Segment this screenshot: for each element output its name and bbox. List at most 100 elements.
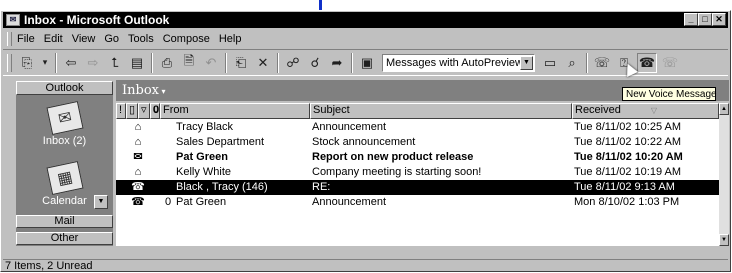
column-importance[interactable]: ! — [116, 103, 126, 119]
menu-bar: File Edit View Go Tools Compose Help — [3, 30, 728, 48]
subject-cell: Company meeting is starting soon! — [312, 166, 482, 178]
chevron-down-icon[interactable]: ▼ — [520, 55, 533, 70]
menu-grip — [7, 32, 12, 46]
undo-icon[interactable]: ↶ — [202, 54, 220, 72]
calendar-icon: ▦ — [45, 160, 84, 196]
current-view-select[interactable]: Messages with AutoPreview ▼ — [382, 53, 535, 72]
received-cell: Tue 8/11/02 10:25 AM — [574, 121, 682, 133]
reply-all-icon[interactable]: ☌ — [306, 54, 324, 72]
voice-message-icon: ☎ — [131, 181, 145, 193]
standard-toolbar: ⎘ ▾ ⇦ ⇨ ⮤ ▤ ⎙ 🗎 ↶ ⎗ ✕ ☍ ☌ ➦ ▣ Messages w… — [3, 49, 728, 76]
scroll-down-icon[interactable]: ▼ — [719, 234, 729, 246]
unread-envelope-icon: ✉ — [133, 151, 143, 163]
toolbar-separator — [586, 52, 588, 73]
column-subject[interactable]: Subject — [310, 103, 572, 119]
outlook-header-label: Outlook — [45, 82, 84, 94]
table-row[interactable]: ☎ 0 Pat Green Announcement Mon 8/10/02 1:03 … — [116, 195, 719, 210]
back-icon[interactable]: ⇦ — [62, 54, 80, 72]
menu-tools[interactable]: Tools — [128, 33, 154, 45]
folder-dropdown-icon[interactable]: ▾ — [159, 87, 166, 96]
print-preview-icon[interactable]: 🗎 — [180, 53, 198, 72]
received-cell: Tue 8/11/02 10:20 AM — [574, 151, 683, 163]
message-list-scrollbar[interactable]: ▲ ▼ — [719, 103, 729, 246]
maximize-button[interactable]: □ — [698, 13, 712, 26]
outlook-app-icon: ✉ — [6, 14, 20, 26]
toolbar-separator — [151, 52, 153, 73]
menu-compose[interactable]: Compose — [163, 33, 210, 45]
shortcut-inbox[interactable]: ✉ Inbox (2) — [16, 100, 113, 147]
voice-message-icon: ☎ — [131, 196, 145, 208]
toolbar-separator — [55, 52, 57, 73]
new-item-icon[interactable]: ⎘ — [18, 54, 36, 72]
organize-icon[interactable]: ☏ — [593, 54, 611, 72]
document-icon: ▯ — [129, 104, 136, 116]
folder-title: Inbox — [122, 83, 159, 98]
toolbar-grip — [7, 53, 12, 72]
column-received-label: Received — [575, 104, 621, 116]
new-dropdown-icon[interactable]: ▾ — [40, 54, 50, 72]
table-row[interactable]: ⌂ Sales Department Stock announcement Tue 8… — [116, 135, 719, 150]
table-row[interactable]: ☎ Black , Tracy (146) RE: Tue 8/11/02 9:13 … — [116, 180, 719, 195]
reply-icon[interactable]: ☍ — [284, 54, 302, 72]
read-envelope-icon: ⌂ — [134, 121, 142, 133]
title-bar: ✉ Inbox - Microsoft Outlook _ □ ✕ — [3, 12, 728, 28]
close-button[interactable]: ✕ — [712, 13, 726, 26]
shortcut-calendar-label: Calendar — [42, 195, 87, 207]
minimize-button[interactable]: _ — [684, 13, 698, 26]
column-from-label: From — [163, 104, 189, 116]
subject-cell: Announcement — [312, 121, 386, 133]
column-received[interactable]: Received ▽ — [572, 103, 719, 119]
column-attachment[interactable]: 𝟎 — [150, 103, 160, 119]
table-row[interactable]: ⌂ Kelly White Company meeting is starting … — [116, 165, 719, 180]
voice-message-icon[interactable]: ☎ — [637, 52, 657, 73]
move-to-folder-icon[interactable]: ⎗ — [232, 54, 250, 72]
table-row[interactable]: ✉ Pat Green Report on new product release T… — [116, 150, 719, 165]
column-icon[interactable]: ▯ — [126, 103, 138, 119]
status-text: 7 Items, 2 Unread — [5, 260, 93, 272]
group-other[interactable]: Other — [16, 232, 113, 245]
current-view-value: Messages with AutoPreview — [386, 56, 523, 69]
subject-cell: RE: — [312, 181, 331, 193]
group-other-label: Other — [50, 232, 79, 244]
received-cell: Tue 8/11/02 9:13 AM — [574, 181, 675, 193]
preview-pane-icon[interactable]: ▭ — [541, 54, 559, 72]
forward-icon[interactable]: ⇨ — [84, 54, 102, 72]
from-cell: Pat Green — [176, 151, 228, 163]
folder-list-icon[interactable]: ▤ — [128, 54, 146, 72]
subject-cell: Announcement — [312, 196, 386, 208]
paperclip-icon: 𝟎 — [153, 104, 160, 116]
outlook-bar: Outlook ✉ Inbox (2) ▦ Calendar ▼ Mail Ot… — [16, 81, 113, 246]
menu-view[interactable]: View — [72, 33, 96, 45]
outlook-bar-scroll-down[interactable]: ▼ — [94, 195, 108, 209]
menu-file[interactable]: File — [17, 33, 35, 45]
received-cell: Mon 8/10/02 1:03 PM — [574, 196, 680, 208]
delete-icon[interactable]: ✕ — [254, 54, 272, 72]
menu-edit[interactable]: Edit — [44, 33, 63, 45]
scroll-up-icon[interactable]: ▲ — [719, 103, 729, 115]
address-book-icon[interactable]: ▣ — [358, 54, 376, 72]
outlook-shortcuts-header[interactable]: Outlook — [16, 81, 113, 95]
read-envelope-icon: ⌂ — [134, 166, 142, 178]
message-list: ! ▯ ▿ 𝟎 From Subject Received ▽ ⌂ Tracy Bl… — [116, 103, 719, 246]
flag-icon: ▿ — [141, 104, 147, 116]
tooltip-text: New Voice Message — [626, 89, 717, 100]
menu-go[interactable]: Go — [104, 33, 119, 45]
menu-help[interactable]: Help — [219, 33, 242, 45]
inbox-icon: ✉ — [45, 100, 84, 136]
column-flag[interactable]: ▿ — [138, 103, 150, 119]
group-mail[interactable]: Mail — [16, 215, 113, 228]
from-cell: Tracy Black — [176, 121, 234, 133]
from-cell: Sales Department — [176, 136, 265, 148]
from-cell: Pat Green — [176, 196, 227, 208]
column-from[interactable]: From — [160, 103, 310, 119]
find-icon[interactable]: ⌕ — [563, 54, 581, 72]
shortcut-inbox-label: Inbox (2) — [42, 135, 87, 147]
up-one-level-icon[interactable]: ⮤ — [106, 54, 124, 72]
voice-reply-icon[interactable]: ☏ — [661, 54, 679, 72]
column-importance-label: ! — [119, 104, 123, 116]
toolbar-separator — [225, 52, 227, 73]
toolbar-separator — [277, 52, 279, 73]
table-row[interactable]: ⌂ Tracy Black Announcement Tue 8/11/02 10:2… — [116, 120, 719, 135]
print-icon[interactable]: ⎙ — [158, 54, 176, 72]
forward-message-icon[interactable]: ➦ — [328, 54, 346, 72]
